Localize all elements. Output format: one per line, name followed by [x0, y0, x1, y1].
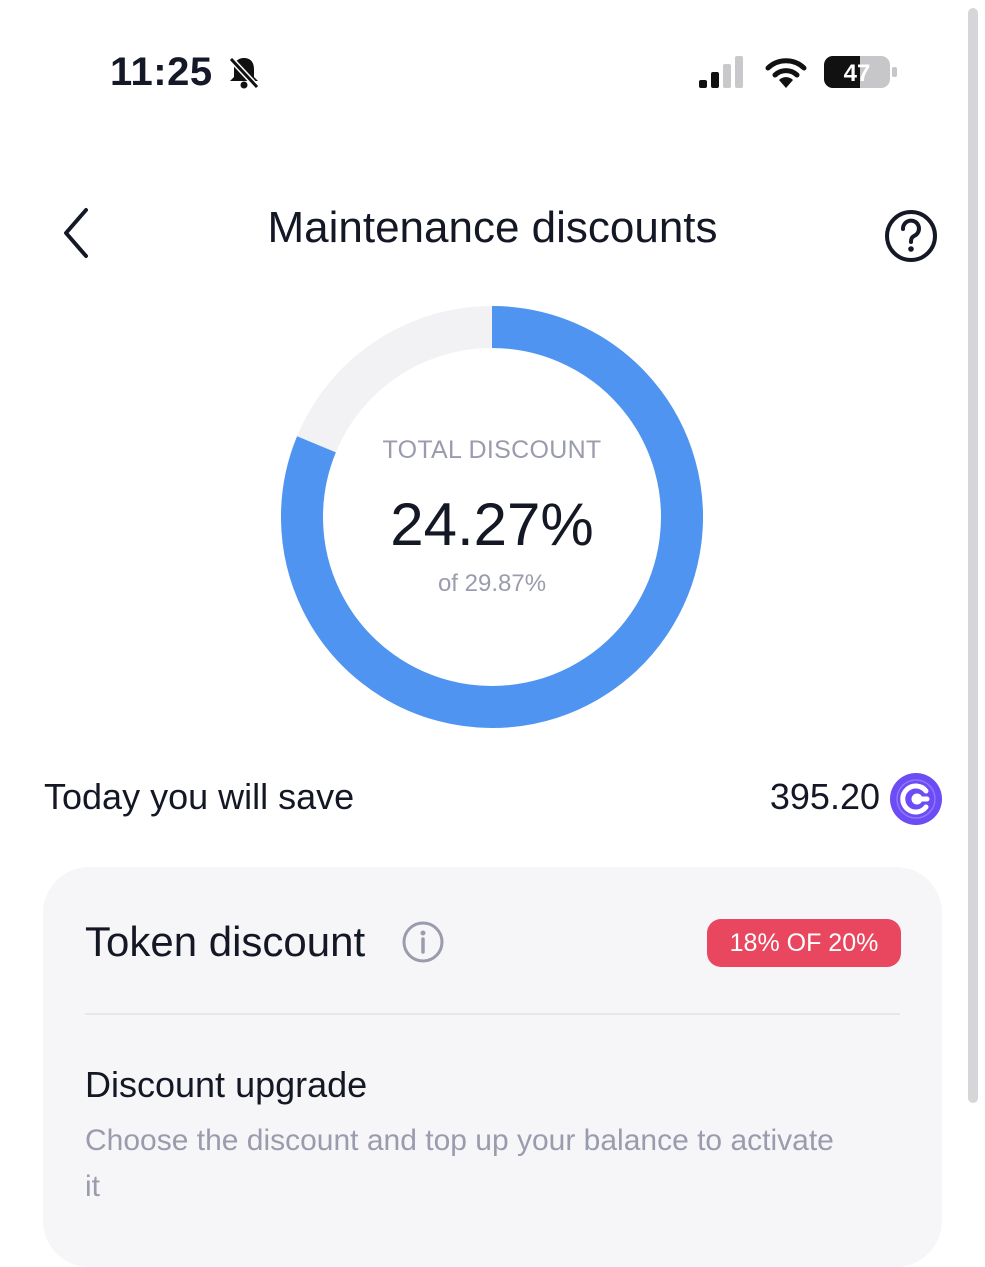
total-discount-label: TOTAL DISCOUNT [382, 436, 602, 464]
scrollbar[interactable] [968, 8, 978, 1103]
page-title: Maintenance discounts [267, 203, 718, 252]
back-button[interactable] [58, 206, 94, 260]
wifi-icon [765, 58, 807, 88]
token-coin-icon [890, 773, 942, 825]
info-circle-icon[interactable] [401, 920, 445, 964]
status-time: 11:25 [110, 50, 213, 94]
savings-label: Today you will save [44, 776, 355, 817]
help-button[interactable] [883, 208, 939, 264]
battery-level: 47 [844, 60, 871, 87]
card-divider [85, 1013, 900, 1015]
discount-upgrade-title: Discount upgrade [85, 1064, 368, 1105]
bell-slash-icon [228, 56, 260, 90]
cellular-signal-icon [699, 56, 743, 88]
token-discount-title: Token discount [85, 918, 366, 965]
battery-icon: 47 [824, 56, 897, 88]
savings-amount: 395.20 [769, 776, 880, 817]
token-discount-badge: 18% OF 20% [707, 919, 901, 967]
total-discount-max: of 29.87% [437, 570, 547, 597]
total-discount-value: 24.27% [390, 491, 594, 558]
discount-upgrade-description: Choose the discount and top up your bala… [85, 1124, 834, 1203]
